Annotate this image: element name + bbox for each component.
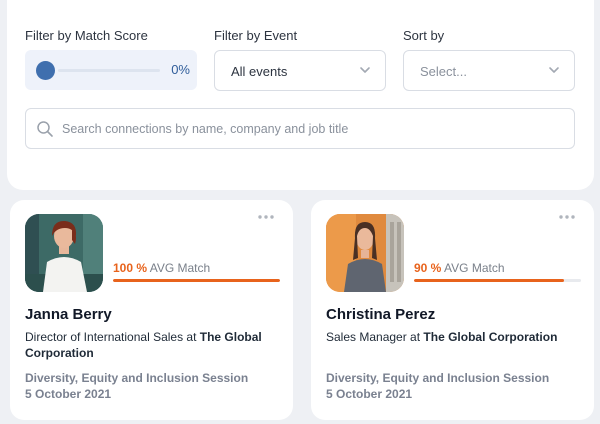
event-date: 5 October 2021 xyxy=(25,387,112,401)
job-title: Director of International Sales at The G… xyxy=(25,329,280,361)
match-score: 90 % AVG Match xyxy=(414,261,505,275)
sort-label: Sort by xyxy=(403,28,445,43)
event-info: Diversity, Equity and Inclusion Session … xyxy=(326,370,549,402)
match-bar-fill xyxy=(414,279,565,282)
event-select-value: All events xyxy=(231,64,288,79)
chevron-down-icon xyxy=(549,67,559,73)
match-score-label: Filter by Match Score xyxy=(25,28,148,43)
match-bar xyxy=(414,279,581,282)
match-score-knob[interactable] xyxy=(36,61,55,80)
match-label: AVG Match xyxy=(444,261,505,275)
company-name: The Global Corporation xyxy=(423,330,558,344)
match-score: 100 % AVG Match xyxy=(113,261,210,275)
avatar xyxy=(25,214,103,292)
event-name: Diversity, Equity and Inclusion Session xyxy=(326,371,550,385)
more-dots-icon[interactable] xyxy=(257,214,275,220)
job-title: Sales Manager at The Global Corporation xyxy=(326,329,581,345)
match-percent: 100 % xyxy=(113,261,148,275)
event-name: Diversity, Equity and Inclusion Session xyxy=(25,371,249,385)
sort-select[interactable]: Select... xyxy=(403,50,575,91)
filter-panel: Filter by Match Score Filter by Event So… xyxy=(7,0,594,190)
event-filter-label: Filter by Event xyxy=(214,28,298,43)
event-date: 5 October 2021 xyxy=(326,387,413,401)
job-title-text: Director of International Sales at xyxy=(25,330,197,344)
event-info: Diversity, Equity and Inclusion Session … xyxy=(25,370,248,402)
connection-card[interactable]: 100 % AVG Match Janna Berry Director of … xyxy=(10,200,293,420)
match-bar xyxy=(113,279,280,282)
contact-name[interactable]: Janna Berry xyxy=(25,306,112,323)
search-box[interactable] xyxy=(25,108,575,149)
match-label: AVG Match xyxy=(149,261,211,275)
contact-name[interactable]: Christina Perez xyxy=(326,306,435,323)
match-score-value: 0% xyxy=(171,62,190,77)
connection-card[interactable]: 90 % AVG Match Christina Perez Sales Man… xyxy=(311,200,594,420)
match-percent: 90 % xyxy=(414,261,442,275)
avatar xyxy=(326,214,404,292)
job-title-text: Sales Manager at xyxy=(326,330,421,344)
match-score-track[interactable] xyxy=(58,69,160,72)
sort-select-placeholder: Select... xyxy=(420,64,467,79)
chevron-down-icon xyxy=(360,67,370,73)
match-score-slider[interactable]: 0% xyxy=(25,50,197,90)
search-icon xyxy=(37,121,53,137)
event-select[interactable]: All events xyxy=(214,50,386,91)
match-bar-fill xyxy=(113,279,280,282)
search-input[interactable] xyxy=(62,109,562,148)
more-dots-icon[interactable] xyxy=(558,214,576,220)
